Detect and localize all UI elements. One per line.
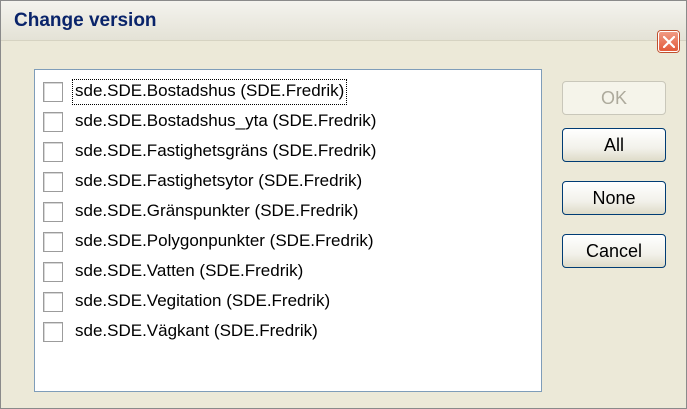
- none-button[interactable]: None: [562, 181, 666, 215]
- list-item-label: sde.SDE.Gränspunkter (SDE.Fredrik): [75, 201, 359, 220]
- close-icon: [663, 36, 675, 48]
- all-button[interactable]: All: [562, 128, 666, 162]
- checkbox[interactable]: [43, 232, 63, 252]
- checkbox[interactable]: [43, 172, 63, 192]
- list-item[interactable]: sde.SDE.Vatten (SDE.Fredrik): [35, 256, 541, 286]
- cancel-button[interactable]: Cancel: [562, 234, 666, 268]
- checkbox[interactable]: [43, 292, 63, 312]
- list-item-label: sde.SDE.Vegitation (SDE.Fredrik): [75, 291, 331, 310]
- checkbox[interactable]: [43, 202, 63, 222]
- checkbox[interactable]: [43, 82, 63, 102]
- list-item[interactable]: sde.SDE.Vegitation (SDE.Fredrik): [35, 286, 541, 316]
- list-item[interactable]: sde.SDE.Gränspunkter (SDE.Fredrik): [35, 196, 541, 226]
- list-item-label: sde.SDE.Vägkant (SDE.Fredrik): [75, 321, 318, 340]
- list-item-label: sde.SDE.Bostadshus_yta (SDE.Fredrik): [75, 111, 377, 130]
- list-item[interactable]: sde.SDE.Vägkant (SDE.Fredrik): [35, 316, 541, 346]
- checkbox[interactable]: [43, 142, 63, 162]
- checkbox[interactable]: [43, 112, 63, 132]
- ok-button[interactable]: OK: [562, 81, 666, 115]
- list-item[interactable]: sde.SDE.Fastighetsgräns (SDE.Fredrik): [35, 136, 541, 166]
- checkbox[interactable]: [43, 322, 63, 342]
- close-button[interactable]: [658, 31, 679, 52]
- list-item-label: sde.SDE.Vatten (SDE.Fredrik): [75, 261, 304, 280]
- title-bar[interactable]: Change version: [1, 1, 686, 41]
- checkbox[interactable]: [43, 262, 63, 282]
- list-item-label: sde.SDE.Bostadshus (SDE.Fredrik): [71, 79, 348, 105]
- dialog-title: Change version: [14, 10, 157, 31]
- list-item[interactable]: sde.SDE.Bostadshus (SDE.Fredrik): [35, 76, 541, 106]
- change-version-dialog: Change version sde.SDE.Bostadshus (SDE.F…: [0, 0, 687, 409]
- list-item-label: sde.SDE.Polygonpunkter (SDE.Fredrik): [75, 231, 374, 250]
- version-listbox[interactable]: sde.SDE.Bostadshus (SDE.Fredrik) sde.SDE…: [34, 69, 542, 392]
- list-item[interactable]: sde.SDE.Fastighetsytor (SDE.Fredrik): [35, 166, 541, 196]
- list-item-label: sde.SDE.Fastighetsgräns (SDE.Fredrik): [75, 141, 377, 160]
- list-item[interactable]: sde.SDE.Bostadshus_yta (SDE.Fredrik): [35, 106, 541, 136]
- list-item[interactable]: sde.SDE.Polygonpunkter (SDE.Fredrik): [35, 226, 541, 256]
- list-item-label: sde.SDE.Fastighetsytor (SDE.Fredrik): [75, 171, 363, 190]
